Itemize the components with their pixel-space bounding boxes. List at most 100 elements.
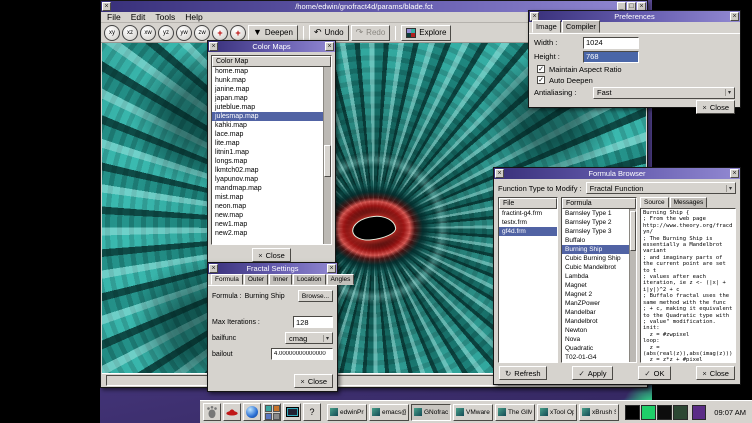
rotate-button[interactable]: xw bbox=[140, 25, 156, 41]
formula-item[interactable]: Barnsley Type 1 bbox=[562, 209, 629, 218]
colormaps-titlebar[interactable]: × Color Maps × bbox=[208, 41, 335, 52]
colormap-scrollbar[interactable] bbox=[323, 67, 331, 244]
colormap-item[interactable]: japan.map bbox=[212, 94, 323, 103]
colormap-item[interactable]: janine.map bbox=[212, 85, 323, 94]
formula-item[interactable]: Cubic Burning Ship bbox=[562, 254, 629, 263]
colormap-item[interactable]: new2.map bbox=[212, 229, 323, 238]
formulabrowser-close-button[interactable]: × Close bbox=[696, 366, 735, 380]
colormaps-close-button[interactable]: × Close bbox=[252, 248, 291, 262]
formula-item[interactable]: Mandelbrot bbox=[562, 317, 629, 326]
colormap-item[interactable]: julesmap.map bbox=[212, 112, 323, 121]
apply-button[interactable]: ✓ Apply bbox=[572, 366, 612, 380]
show-desktop-button[interactable] bbox=[692, 405, 706, 420]
fractalsettings-close-button[interactable]: × Close bbox=[294, 374, 333, 388]
rotate-button[interactable]: yz bbox=[158, 25, 174, 41]
formula-item[interactable]: Burning Ship bbox=[562, 245, 629, 254]
gnome-menu-icon[interactable] bbox=[203, 403, 221, 421]
file-item[interactable]: fractint-g4.frm bbox=[499, 209, 557, 218]
ok-button[interactable]: ✓ OK bbox=[638, 366, 670, 380]
workspace-cell[interactable] bbox=[641, 405, 656, 420]
colormap-item[interactable]: new.map bbox=[212, 211, 323, 220]
close-icon[interactable]: × bbox=[209, 42, 218, 51]
task-button[interactable]: GNofract4D bbox=[411, 404, 451, 421]
preferences-close-button[interactable]: × Close bbox=[696, 100, 735, 114]
formula-item[interactable]: Barnsley Type 3 bbox=[562, 227, 629, 236]
tab[interactable]: Source bbox=[640, 197, 669, 208]
colormap-list-header[interactable]: Color Map bbox=[212, 56, 331, 67]
close-icon[interactable]: × bbox=[495, 169, 504, 178]
colormap-item[interactable]: home.map bbox=[212, 67, 323, 76]
monitor-icon[interactable] bbox=[283, 403, 301, 421]
formula-item[interactable]: Cubic Mandelbrot bbox=[562, 263, 629, 272]
close-icon[interactable]: × bbox=[325, 42, 334, 51]
workspace-cell[interactable] bbox=[625, 405, 640, 420]
width-input[interactable] bbox=[583, 37, 639, 49]
redo-button[interactable]: ↷ Redo bbox=[351, 25, 391, 41]
function-type-select[interactable]: Fractal Function ▾ bbox=[586, 182, 736, 194]
tab[interactable]: Location bbox=[293, 274, 326, 285]
height-input[interactable] bbox=[583, 51, 639, 63]
launcher-icon[interactable] bbox=[265, 405, 272, 412]
deepen-button[interactable]: ▼ Deepen bbox=[248, 25, 298, 41]
launcher-icon[interactable] bbox=[273, 405, 280, 412]
antialias-select[interactable]: Fast ▾ bbox=[593, 87, 735, 99]
formula-item[interactable]: Magnet bbox=[562, 281, 629, 290]
red-hat-icon[interactable] bbox=[223, 403, 241, 421]
tab[interactable]: Inner bbox=[269, 274, 292, 285]
tab[interactable]: Image bbox=[532, 20, 561, 33]
colormap-item[interactable]: neon.map bbox=[212, 202, 323, 211]
menu-item[interactable]: File bbox=[107, 12, 121, 22]
formula-item[interactable]: T02-01-G4 bbox=[562, 353, 629, 362]
colormap-item[interactable]: hunk.map bbox=[212, 76, 323, 85]
rotate-button[interactable]: yw bbox=[176, 25, 192, 41]
refresh-button[interactable]: ↻ Refresh bbox=[499, 366, 547, 380]
close-icon[interactable]: × bbox=[102, 2, 111, 11]
rotate-button[interactable]: xz bbox=[122, 25, 138, 41]
checkbox-checked-icon[interactable]: ✓ bbox=[537, 65, 545, 73]
colormap-item[interactable]: new1.map bbox=[212, 220, 323, 229]
colormap-item[interactable]: lace.map bbox=[212, 130, 323, 139]
formula-item[interactable]: Magnet 2 bbox=[562, 290, 629, 299]
formula-item[interactable]: Mandelbar bbox=[562, 308, 629, 317]
globe-icon[interactable] bbox=[243, 403, 261, 421]
bailfunc-select[interactable]: cmag ▾ bbox=[285, 332, 333, 344]
task-button[interactable]: emacs@li... bbox=[369, 404, 409, 421]
formula-item[interactable]: Barnsley Type 2 bbox=[562, 218, 629, 227]
formula-item[interactable]: ManZPower bbox=[562, 299, 629, 308]
menu-item[interactable]: Help bbox=[185, 12, 202, 22]
formulabrowser-titlebar[interactable]: × Formula Browser × bbox=[494, 168, 740, 179]
task-button[interactable]: The GIMP bbox=[495, 404, 535, 421]
colormap-item[interactable]: lkmtch02.map bbox=[212, 166, 323, 175]
formula-item[interactable]: Newton bbox=[562, 326, 629, 335]
browse-button[interactable]: Browse... bbox=[298, 290, 333, 302]
rotate-button[interactable]: zw bbox=[194, 25, 210, 41]
task-button[interactable]: xTool Options bbox=[537, 404, 577, 421]
scrollbar-thumb[interactable] bbox=[630, 211, 636, 251]
warp-button[interactable]: + bbox=[212, 25, 228, 41]
formula-scrollbar[interactable] bbox=[629, 209, 636, 362]
formula-item[interactable]: Nova bbox=[562, 335, 629, 344]
menu-item[interactable]: Edit bbox=[131, 12, 146, 22]
colormap-item[interactable]: litnin1.map bbox=[212, 148, 323, 157]
close-icon[interactable]: × bbox=[209, 264, 218, 273]
scrollbar-thumb[interactable] bbox=[324, 145, 331, 177]
warp-button[interactable]: + bbox=[230, 25, 246, 41]
launchers-icon[interactable] bbox=[263, 403, 281, 421]
colormap-item[interactable]: lite.map bbox=[212, 139, 323, 148]
close-icon[interactable]: × bbox=[730, 169, 739, 178]
undo-button[interactable]: ↶ Undo bbox=[309, 25, 349, 41]
workspace-cell[interactable] bbox=[673, 405, 688, 420]
colormap-item[interactable]: kahki.map bbox=[212, 121, 323, 130]
colormap-item[interactable]: longs.map bbox=[212, 157, 323, 166]
file-item[interactable]: testx.frm bbox=[499, 218, 557, 227]
task-button[interactable]: xBrush Sel... bbox=[579, 404, 619, 421]
close-icon[interactable]: × bbox=[327, 264, 336, 273]
fractalsettings-titlebar[interactable]: × Fractal Settings × bbox=[208, 263, 337, 274]
launcher-icon[interactable] bbox=[265, 413, 272, 420]
checkbox-checked-icon[interactable]: ✓ bbox=[537, 76, 545, 84]
tab[interactable]: Formula bbox=[211, 274, 243, 285]
formula-item[interactable]: T03-01-G4 bbox=[562, 362, 629, 363]
close-icon[interactable]: × bbox=[730, 12, 739, 21]
explore-button[interactable]: Explore bbox=[401, 25, 451, 41]
colormap-item[interactable]: lyapunov.map bbox=[212, 175, 323, 184]
